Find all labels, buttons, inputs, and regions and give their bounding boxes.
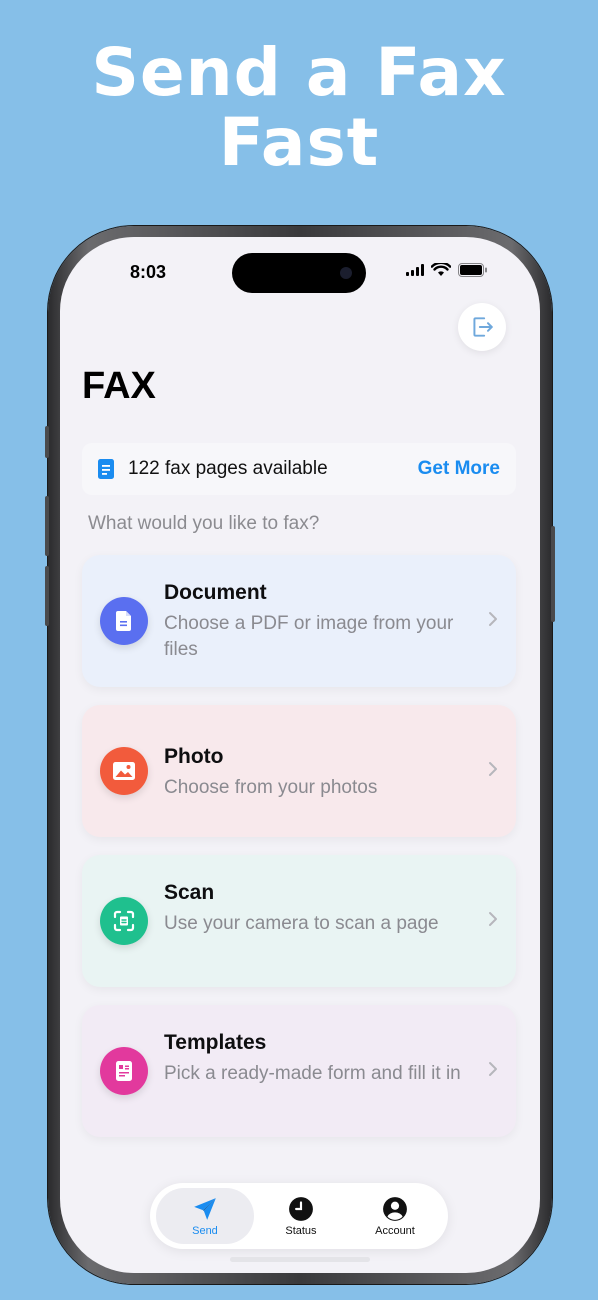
tab-status[interactable]: Status <box>254 1188 348 1244</box>
get-more-button[interactable]: Get More <box>418 458 500 480</box>
status-time: 8:03 <box>130 262 167 282</box>
tab-account[interactable]: Account <box>348 1188 442 1244</box>
option-templates-title: Templates <box>164 1031 267 1054</box>
volume-down-button <box>45 566 49 626</box>
option-photo-title: Photo <box>164 745 224 768</box>
paper-plane-icon <box>194 1197 216 1220</box>
chevron-right-icon <box>489 912 497 926</box>
logout-icon <box>473 317 493 337</box>
credits-count: 122 fax pages available <box>128 458 328 479</box>
page-title: FAX <box>82 365 156 407</box>
action-button <box>45 426 49 458</box>
headline-line-1: Send a Fax <box>91 34 507 111</box>
chevron-right-icon <box>489 762 497 776</box>
status-icons <box>406 263 488 277</box>
chevron-right-icon <box>489 612 497 626</box>
tab-send[interactable]: Send <box>156 1188 254 1244</box>
app-screen: 8:03 FAX 122 fax pages available Get Mor… <box>60 237 540 1273</box>
signal-icon <box>406 264 424 276</box>
template-icon <box>116 1061 132 1081</box>
home-indicator <box>230 1257 370 1262</box>
option-document-description: Choose a PDF or image from your files <box>164 613 454 660</box>
headline-line-2: Fast <box>218 104 380 181</box>
credits-banner: 122 fax pages available Get More <box>82 443 516 495</box>
document-icon <box>98 459 114 479</box>
scan-icon <box>113 910 135 932</box>
option-scan-icon-circle <box>100 897 148 945</box>
power-button <box>551 526 555 622</box>
option-photo-icon-circle <box>100 747 148 795</box>
option-scan-description: Use your camera to scan a page <box>164 913 439 934</box>
option-document[interactable]: Document Choose a PDF or image from your… <box>82 555 516 687</box>
option-templates-icon-circle <box>100 1047 148 1095</box>
headline: Send a Fax Fast <box>0 38 598 178</box>
option-photo-description: Choose from your photos <box>164 777 378 798</box>
option-document-title: Document <box>164 581 267 604</box>
dynamic-island <box>232 253 366 293</box>
option-document-icon-circle <box>100 597 148 645</box>
prompt-text: What would you like to fax? <box>88 513 320 534</box>
wifi-icon <box>431 263 451 276</box>
option-scan-title: Scan <box>164 881 215 904</box>
chevron-right-icon <box>489 1062 497 1076</box>
person-icon <box>383 1196 407 1221</box>
option-photo[interactable]: Photo Choose from your photos <box>82 705 516 837</box>
option-templates[interactable]: Templates Pick a ready-made form and fil… <box>82 1005 516 1137</box>
image-icon <box>113 762 135 780</box>
option-templates-description: Pick a ready-made form and fill it in <box>164 1063 461 1084</box>
option-scan[interactable]: Scan Use your camera to scan a page <box>82 855 516 987</box>
logout-button[interactable] <box>458 303 506 351</box>
battery-icon <box>458 263 487 277</box>
tab-account-label: Account <box>375 1224 415 1237</box>
tab-bar: Send Status Account <box>150 1183 448 1249</box>
volume-up-button <box>45 496 49 556</box>
phone-frame: 8:03 FAX 122 fax pages available Get Mor… <box>45 226 555 1284</box>
tab-status-label: Status <box>285 1224 317 1237</box>
tab-send-label: Send <box>192 1224 218 1237</box>
clock-icon <box>289 1196 313 1221</box>
file-icon <box>116 611 131 631</box>
